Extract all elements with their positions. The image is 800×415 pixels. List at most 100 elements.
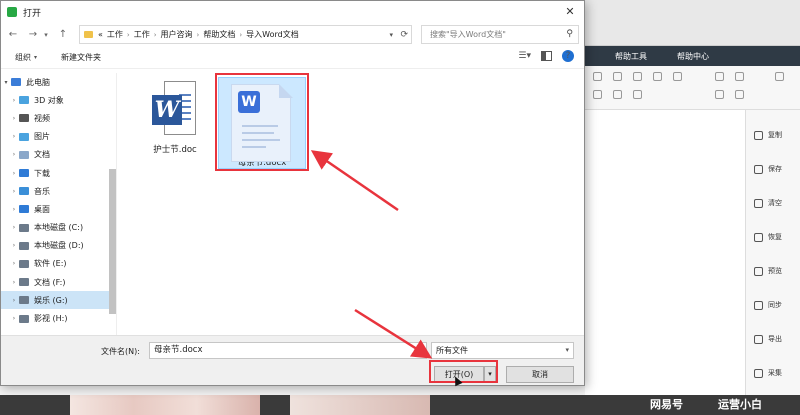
- watermark: 运营小白: [718, 398, 762, 411]
- view-options-icon[interactable]: ☰▾: [518, 51, 531, 61]
- side-action-copy[interactable]: 复制: [746, 125, 800, 145]
- chevron-right-icon[interactable]: ›: [9, 97, 19, 104]
- chevron-right-icon[interactable]: ›: [9, 297, 19, 304]
- chevron-down-icon[interactable]: ▾: [389, 31, 393, 39]
- chevron-right-icon[interactable]: ›: [9, 188, 19, 195]
- file-item[interactable]: W 护士节.doc: [134, 81, 216, 173]
- toolbar-icon[interactable]: [715, 72, 724, 81]
- drive-icon: [19, 259, 29, 268]
- chevron-right-icon[interactable]: ›: [9, 260, 19, 267]
- toolbar-icon[interactable]: [633, 72, 642, 81]
- chevron-right-icon[interactable]: ›: [9, 315, 19, 322]
- chevron-right-icon[interactable]: ›: [9, 279, 19, 286]
- new-folder-button[interactable]: 新建文件夹: [61, 52, 101, 63]
- text-line: [242, 146, 266, 148]
- eye-icon: [754, 266, 763, 276]
- chevron-right-icon[interactable]: ›: [9, 206, 19, 213]
- toolbar-icon[interactable]: [613, 72, 622, 81]
- page-fold: [279, 84, 293, 98]
- menu-help-tools[interactable]: 帮助工具: [615, 51, 647, 62]
- toolbar-icon[interactable]: [775, 72, 784, 81]
- toolbar-icon[interactable]: [735, 90, 744, 99]
- preview-pane-icon[interactable]: [541, 51, 552, 61]
- toolbar-icon[interactable]: [715, 90, 724, 99]
- cancel-button[interactable]: 取消: [506, 366, 574, 383]
- chevron-right-icon[interactable]: ›: [9, 133, 19, 140]
- sidebar-item-drive-e[interactable]: › 软件 (E:): [1, 255, 116, 273]
- address-bar[interactable]: « 工作 › 工作 › 用户咨询 › 帮助文档 › 导入Word文档 ▾ ⟳: [79, 25, 412, 44]
- toolbar-icon[interactable]: [593, 72, 602, 81]
- dialog-titlebar: 打开 ✕: [1, 1, 584, 23]
- toolbar-icon[interactable]: [613, 90, 622, 99]
- chevron-right-icon[interactable]: ›: [9, 170, 19, 177]
- sidebar-item-drive-f[interactable]: › 文档 (F:): [1, 273, 116, 291]
- sidebar-item-downloads[interactable]: › 下载: [1, 164, 116, 182]
- help-icon[interactable]: ?: [562, 50, 574, 62]
- background-photo: [70, 395, 260, 415]
- sidebar-item-documents[interactable]: › 文档: [1, 146, 116, 164]
- chevron-right-icon[interactable]: ›: [9, 115, 19, 122]
- chevron-right-icon[interactable]: ›: [9, 224, 19, 231]
- navigation-bar: ← → ▾ ↑ « 工作 › 工作 › 用户咨询 › 帮助文档 › 导入Word文档 ▾…: [1, 23, 584, 47]
- side-action-clear[interactable]: 清空: [746, 193, 800, 213]
- background-toolbar: [585, 66, 800, 110]
- sidebar-item-drive-h[interactable]: › 影视 (H:): [1, 309, 116, 327]
- forward-arrow-icon[interactable]: →: [25, 27, 41, 43]
- export-icon: [754, 334, 763, 344]
- search-input[interactable]: 搜索"导入Word文档" ⚲: [421, 25, 579, 44]
- back-arrow-icon[interactable]: ←: [5, 27, 21, 43]
- side-action-save[interactable]: 保存: [746, 159, 800, 179]
- filetype-value: 所有文件: [436, 346, 468, 355]
- search-placeholder: 搜索"导入Word文档": [430, 30, 506, 39]
- sidebar-item-music[interactable]: › 音乐: [1, 182, 116, 200]
- breadcrumb-overflow[interactable]: «: [98, 30, 103, 39]
- filetype-select[interactable]: 所有文件 ▾: [431, 342, 574, 359]
- organize-button[interactable]: 组织 ▾: [15, 52, 37, 63]
- recent-chevron-down-icon[interactable]: ▾: [41, 27, 51, 43]
- chevron-down-icon[interactable]: ▾: [1, 79, 11, 86]
- word-logo: W: [152, 95, 182, 125]
- side-action-preview[interactable]: 预览: [746, 261, 800, 281]
- up-arrow-icon[interactable]: ↑: [55, 27, 71, 43]
- breadcrumb-item[interactable]: 导入Word文档: [246, 29, 299, 40]
- menu-help-center[interactable]: 帮助中心: [677, 51, 709, 62]
- breadcrumb-item[interactable]: 工作: [134, 29, 150, 40]
- toolbar-icon[interactable]: [593, 90, 602, 99]
- sidebar-item-drive-d[interactable]: › 本地磁盘 (D:): [1, 237, 116, 255]
- sidebar-item-pictures[interactable]: › 图片: [1, 128, 116, 146]
- breadcrumb-item[interactable]: 用户咨询: [161, 29, 193, 40]
- filename-input[interactable]: 母亲节.docx: [149, 342, 427, 359]
- chevron-down-icon: ▾: [565, 346, 569, 354]
- sidebar-item-drive-c[interactable]: › 本地磁盘 (C:): [1, 219, 116, 237]
- breadcrumb-item[interactable]: 帮助文档: [203, 29, 235, 40]
- toolbar-icon[interactable]: [673, 72, 682, 81]
- sidebar-item-desktop[interactable]: › 桌面: [1, 200, 116, 218]
- app-icon: [7, 7, 17, 17]
- toolbar-icon[interactable]: [653, 72, 662, 81]
- chevron-right-icon[interactable]: ›: [9, 151, 19, 158]
- sidebar-item-3d-objects[interactable]: › 3D 对象: [1, 91, 116, 109]
- side-action-collect[interactable]: 采集: [746, 363, 800, 383]
- breadcrumb-item[interactable]: 工作: [107, 29, 123, 40]
- sidebar-item-drive-g[interactable]: › 娱乐 (G:): [1, 291, 116, 310]
- side-action-restore[interactable]: 恢复: [746, 227, 800, 247]
- file-item-selected[interactable]: W 母亲节.docx: [218, 77, 306, 169]
- restore-icon: [754, 232, 763, 242]
- sidebar-scrollbar[interactable]: [109, 169, 116, 314]
- file-list: W 护士节.doc W 母亲节.docx: [118, 73, 586, 335]
- sync-icon: [754, 300, 763, 310]
- sidebar-item-this-pc[interactable]: ▾ 此电脑: [1, 73, 116, 91]
- toolbar-icon[interactable]: [633, 90, 642, 99]
- close-button[interactable]: ✕: [562, 4, 578, 20]
- side-action-sync[interactable]: 同步: [746, 295, 800, 315]
- chevron-right-icon: ›: [126, 30, 130, 39]
- toolbar-icon[interactable]: [735, 72, 744, 81]
- side-action-export[interactable]: 导出: [746, 329, 800, 349]
- refresh-icon[interactable]: ⟳: [400, 30, 408, 40]
- open-options-chevron-down-icon[interactable]: ▾: [484, 366, 496, 383]
- sidebar-item-videos[interactable]: › 视频: [1, 109, 116, 127]
- document-icon: [19, 150, 29, 159]
- word-doc-icon: W: [152, 81, 198, 137]
- chevron-right-icon[interactable]: ›: [9, 242, 19, 249]
- video-icon: [19, 114, 29, 123]
